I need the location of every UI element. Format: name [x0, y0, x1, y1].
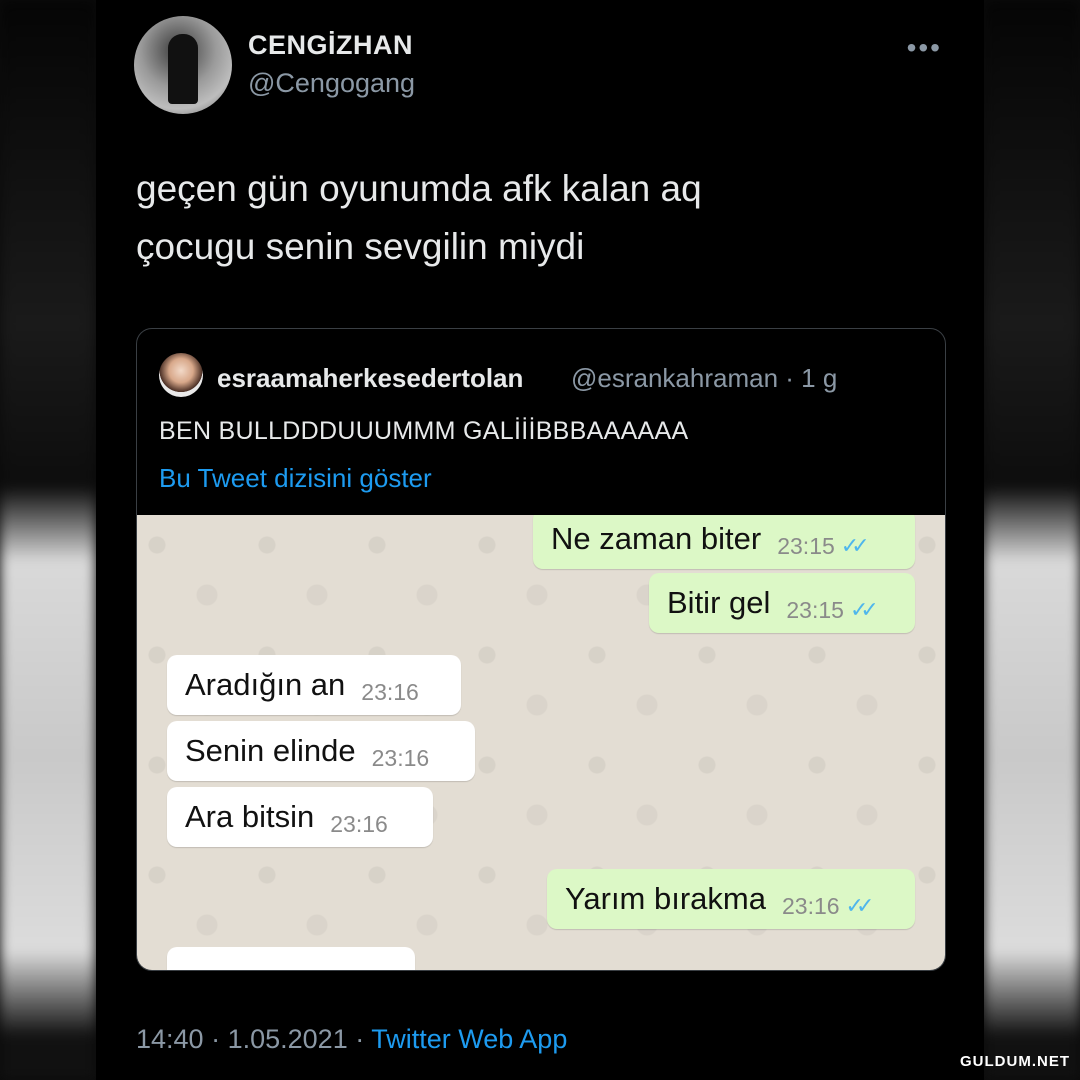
- message-text: Ara bitsin: [185, 799, 315, 834]
- separator-dot: ·: [211, 1024, 228, 1054]
- watermark: GULDUM.NET: [960, 1053, 1070, 1070]
- message-time: 23:16: [361, 678, 419, 705]
- message-text: Senin elinde: [185, 733, 356, 768]
- display-name[interactable]: CENGİZHAN: [248, 30, 413, 61]
- message-time: 23:15: [777, 532, 835, 559]
- quoted-tweet[interactable]: esraamaherkesedertolan @esrankahraman · …: [136, 328, 946, 971]
- chat-bubble-incoming-partial: [167, 947, 415, 970]
- blurred-background-right: [984, 0, 1080, 1080]
- quoted-text: BEN BULLDDDUUUMMM GALİİİBBBAAAAAA: [159, 417, 689, 445]
- message-text: Ne zaman biter: [551, 521, 762, 556]
- quoted-handle: @esrankahraman · 1 g: [571, 363, 838, 393]
- message-time: 23:15: [786, 596, 844, 623]
- tweet-footer: 14:40 · 1.05.2021 · Twitter Web App: [136, 1024, 567, 1055]
- chat-bubble-outgoing: Bitir gel 23:15 ✓✓: [649, 573, 915, 633]
- message-time: 23:16: [781, 892, 840, 919]
- tweet-source-link[interactable]: Twitter Web App: [371, 1024, 567, 1054]
- read-receipt-icon: ✓✓: [849, 597, 879, 622]
- tweet-text-line: çocugu senin sevgilin miydi: [136, 226, 585, 267]
- chat-bubble-incoming: Senin elinde 23:16: [167, 721, 475, 781]
- tweet-date: 1.05.2021: [227, 1024, 348, 1054]
- tweet-text: geçen gün oyunumda afk kalan aq çocugu s…: [136, 160, 896, 276]
- user-handle[interactable]: @Cengogang: [248, 68, 415, 99]
- message-text: Yarım bırakma: [565, 881, 766, 916]
- read-receipt-icon: ✓✓: [840, 533, 870, 558]
- chat-bubble-outgoing: Yarım bırakma 23:16 ✓✓: [547, 869, 915, 929]
- message-time: 23:16: [330, 810, 388, 837]
- quoted-avatar: [159, 353, 203, 397]
- chat-bubble-incoming: Aradığın an 23:16: [167, 655, 461, 715]
- chat-screenshot: Ne zaman biter 23:15 ✓✓ Bitir gel 23:15 …: [137, 515, 945, 970]
- blurred-background-left: [0, 0, 96, 1080]
- chat-bubble-outgoing: Ne zaman biter 23:15 ✓✓: [533, 515, 915, 569]
- chat-bubble-incoming: Ara bitsin 23:16: [167, 787, 433, 847]
- tweet-time: 14:40: [136, 1024, 204, 1054]
- tweet-text-line: geçen gün oyunumda afk kalan aq: [136, 168, 702, 209]
- tweet-card: CENGİZHAN @Cengogang ••• geçen gün oyunu…: [96, 0, 984, 1080]
- message-text: Bitir gel: [667, 585, 771, 620]
- more-horizontal-icon[interactable]: •••: [907, 32, 942, 64]
- read-receipt-icon: ✓✓: [845, 893, 875, 918]
- show-thread-link[interactable]: Bu Tweet dizisini göster: [159, 463, 432, 494]
- quoted-display-name: esraamaherkesedertolan: [217, 363, 524, 393]
- separator-dot: ·: [355, 1024, 372, 1054]
- message-time: 23:16: [371, 744, 430, 771]
- message-text: Aradığın an: [185, 667, 346, 702]
- avatar[interactable]: [134, 16, 232, 114]
